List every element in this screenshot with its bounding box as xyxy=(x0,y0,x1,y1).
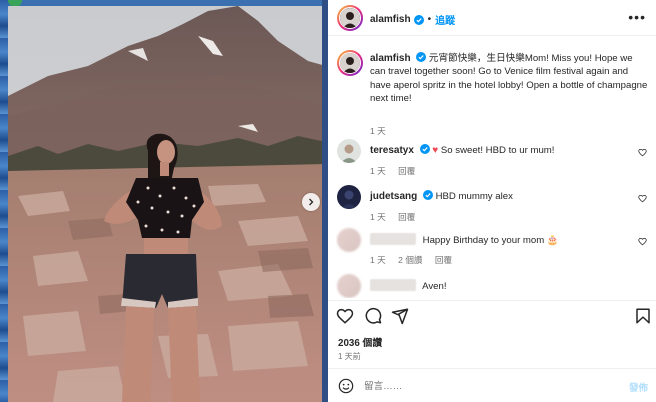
post-header: alamfish • 追蹤 ••• xyxy=(328,0,656,36)
verified-badge-icon xyxy=(419,144,430,154)
heart-icon[interactable] xyxy=(336,307,354,325)
blurred-username xyxy=(370,279,416,291)
comment-meta: 1 天 2 個讚 回覆 xyxy=(370,254,462,266)
comment-item: judetsang HBD mummy alex 1 天 回覆 xyxy=(337,185,649,225)
commenter-avatar[interactable] xyxy=(337,185,361,209)
verified-badge-icon xyxy=(413,14,424,25)
comment-text: Happy Birthday to your mom 🎂 xyxy=(422,235,559,246)
post-timestamp: 1 天前 xyxy=(338,352,361,361)
post-side-panel: alamfish • 追蹤 ••• alamfish 元宵節快樂，生日快樂Mom… xyxy=(328,0,656,402)
post-media xyxy=(0,0,328,402)
separator-dot: • xyxy=(427,14,432,25)
caption-text: 元宵節快樂，生日快樂Mom! Miss you! Hope we can tra… xyxy=(370,53,648,105)
caption-username[interactable]: alamfish xyxy=(370,53,411,64)
like-count[interactable]: 2036 個讚 xyxy=(338,335,382,349)
comment-body: teresatyx ♥ So sweet! HBD to ur mum! xyxy=(370,144,554,156)
post-comment-button[interactable]: 發佈 xyxy=(629,380,648,394)
avatar-image xyxy=(337,185,361,209)
comment-body: judetsang HBD mummy alex xyxy=(370,190,513,202)
author-avatar[interactable] xyxy=(337,5,363,31)
commenter-avatar[interactable] xyxy=(337,139,361,163)
post-photo xyxy=(8,6,326,402)
comment-text: HBD mummy alex xyxy=(435,191,513,202)
comment-item: Aven! xyxy=(337,274,649,298)
next-photo-button[interactable] xyxy=(302,193,320,211)
comment-username[interactable]: judetsang xyxy=(370,191,417,202)
photo-illustration xyxy=(8,6,326,402)
comment-likes[interactable]: 2 個讚 xyxy=(398,255,422,265)
share-icon[interactable] xyxy=(391,307,409,325)
action-bar xyxy=(328,300,656,330)
verified-badge-icon xyxy=(416,52,427,62)
verified-badge-icon xyxy=(422,190,433,200)
caption-body: alamfish 元宵節快樂，生日快樂Mom! Miss you! Hope w… xyxy=(370,52,650,106)
follow-button[interactable]: 追蹤 xyxy=(435,12,455,27)
emoji-icon[interactable] xyxy=(338,378,354,394)
like-comment-heart-icon[interactable] xyxy=(638,194,647,203)
reply-button[interactable]: 回覆 xyxy=(398,166,415,176)
comment-time: 1 天 xyxy=(370,212,386,222)
commenter-avatar-blurred[interactable] xyxy=(337,228,361,252)
comment-time: 1 天 xyxy=(370,166,386,176)
caption-timestamp: 1 天 xyxy=(370,126,386,136)
chevron-right-icon xyxy=(309,198,314,206)
comment-time: 1 天 xyxy=(370,255,386,265)
avatar-image xyxy=(337,139,361,163)
comment-body: Happy Birthday to your mom 🎂 xyxy=(370,233,559,246)
comment-meta: 1 天 回覆 xyxy=(370,211,425,223)
comment-meta: 1 天 回覆 xyxy=(370,165,425,177)
commenter-avatar-blurred[interactable] xyxy=(337,274,361,298)
comment-text: Aven! xyxy=(422,281,447,292)
like-comment-heart-icon[interactable] xyxy=(638,148,647,157)
reply-button[interactable]: 回覆 xyxy=(398,212,415,222)
comment-item: Happy Birthday to your mom 🎂 1 天 2 個讚 回覆 xyxy=(337,228,649,268)
caption-author-avatar[interactable] xyxy=(337,50,363,76)
comment-text: So sweet! HBD to ur mum! xyxy=(440,145,555,156)
avatar-image xyxy=(340,8,360,28)
red-heart-emoji: ♥ xyxy=(432,145,439,156)
blurred-username xyxy=(370,233,416,245)
comment-icon[interactable] xyxy=(364,307,382,325)
header-author-block: alamfish • 追蹤 xyxy=(370,12,455,27)
author-username[interactable]: alamfish xyxy=(370,14,411,25)
avatar-image xyxy=(340,53,360,73)
reply-button[interactable]: 回覆 xyxy=(435,255,452,265)
comment-item: teresatyx ♥ So sweet! HBD to ur mum! 1 天… xyxy=(337,139,649,179)
comment-username[interactable]: teresatyx xyxy=(370,145,414,156)
more-options-icon[interactable]: ••• xyxy=(628,10,646,24)
bookmark-icon[interactable] xyxy=(634,307,652,325)
comment-composer: 發佈 xyxy=(328,368,656,402)
comments-scroll-area[interactable]: alamfish 元宵節快樂，生日快樂Mom! Miss you! Hope w… xyxy=(328,36,656,298)
comment-body: Aven! xyxy=(370,279,447,292)
like-comment-heart-icon[interactable] xyxy=(638,237,647,246)
comment-input[interactable] xyxy=(364,378,604,394)
